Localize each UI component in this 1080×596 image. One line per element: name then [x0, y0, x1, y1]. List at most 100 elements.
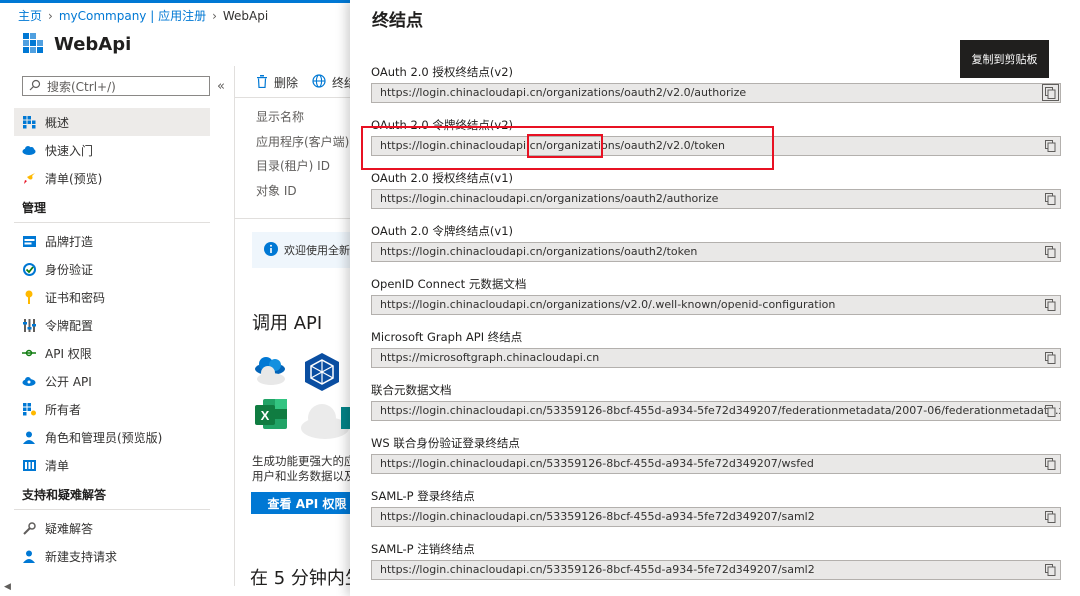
sidebar-item-label: 快速入门	[45, 143, 94, 158]
endpoint-url-field[interactable]: https://login.chinacloudapi.cn/organizat…	[371, 242, 1061, 262]
breadcrumb-app-registrations[interactable]: myCommpany | 应用注册	[59, 9, 206, 23]
sidebar-item-token-config[interactable]: 令牌配置	[14, 311, 210, 339]
person-roles-icon	[22, 430, 36, 444]
sidebar-item-label: 清单	[45, 458, 70, 473]
sidebar-item-owners[interactable]: 所有者	[14, 395, 210, 423]
endpoint-label: WS 联合身份验证登录终结点	[371, 436, 520, 450]
endpoint-url-field[interactable]: https://microsoftgraph.chinacloudapi.cn	[371, 348, 1061, 368]
cloud-grey-icon	[256, 362, 286, 389]
copy-icon	[1044, 405, 1055, 417]
sidebar-item-checklist[interactable]: 清单(预览)	[14, 164, 210, 192]
endpoint-item: SAML-P 注销终结点 https://login.chinacloudapi.…	[371, 541, 1061, 580]
copy-icon	[1044, 352, 1055, 364]
copy-to-clipboard-button[interactable]	[1043, 139, 1057, 153]
search-input[interactable]: 搜索(Ctrl+/)	[22, 76, 210, 96]
endpoint-url-field[interactable]: https://login.chinacloudapi.cn/53359126-…	[371, 560, 1061, 580]
svg-text:X: X	[261, 408, 270, 423]
sidebar-item-troubleshooting[interactable]: 疑难解答	[14, 514, 210, 542]
copy-icon	[1044, 511, 1055, 523]
endpoint-label: SAML-P 登录终结点	[371, 489, 475, 503]
sharepoint-icon	[341, 407, 350, 429]
copy-to-clipboard-button[interactable]	[1043, 192, 1057, 206]
app-registration-icon	[22, 32, 44, 57]
sidebar-item-authentication[interactable]: 身份验证	[14, 255, 210, 283]
collapse-menu-button[interactable]: «	[217, 79, 225, 94]
sidebar-item-branding[interactable]: 品牌打造	[14, 227, 210, 255]
copy-to-clipboard-button[interactable]	[1043, 404, 1057, 418]
authentication-icon	[22, 262, 36, 276]
scroll-left-arrow[interactable]: ◀	[4, 582, 11, 592]
branding-icon	[22, 234, 36, 248]
sidebar-item-label: 品牌打造	[45, 234, 94, 249]
copy-to-clipboard-button[interactable]	[1043, 457, 1057, 471]
copy-to-clipboard-button[interactable]	[1043, 563, 1057, 577]
copy-to-clipboard-button[interactable]	[1042, 84, 1059, 101]
sidebar-item-label: 公开 API	[45, 374, 92, 389]
sidebar-item-label: 清单(预览)	[45, 171, 103, 186]
view-api-permissions-button[interactable]: 查看 API 权限	[251, 492, 363, 514]
endpoint-label: OAuth 2.0 令牌终结点(v1)	[371, 224, 513, 238]
copy-icon	[1044, 246, 1055, 258]
page-title: WebApi	[54, 34, 132, 55]
breadcrumb-home[interactable]: 主页	[18, 9, 42, 23]
sidebar-item-api-permissions[interactable]: API 权限	[14, 339, 210, 367]
essentials-display-name: 显示名称	[256, 110, 305, 124]
endpoint-url: https://login.chinacloudapi.cn/organizat…	[380, 245, 698, 258]
manifest-icon	[22, 458, 36, 472]
call-api-desc-line2: 用户和业务数据以及	[252, 469, 356, 483]
endpoint-label: SAML-P 注销终结点	[371, 542, 475, 556]
sidebar-item-roles-admins[interactable]: 角色和管理员(预览版)	[14, 423, 210, 451]
copy-to-clipboard-button[interactable]	[1043, 245, 1057, 259]
endpoint-url-field[interactable]: https://login.chinacloudapi.cn/53359126-…	[371, 454, 1061, 474]
delete-button[interactable]: 删除	[256, 74, 298, 91]
endpoint-item: SAML-P 登录终结点 https://login.chinacloudapi.…	[371, 488, 1061, 527]
delete-label: 删除	[274, 76, 299, 90]
sidebar-item-certificates[interactable]: 证书和密码	[14, 283, 210, 311]
endpoint-label: Microsoft Graph API 终结点	[371, 330, 523, 344]
copy-icon	[1044, 564, 1055, 576]
essentials-client-id: 应用程序(客户端) I	[256, 135, 357, 149]
sidebar-item-label: 疑难解答	[45, 521, 94, 536]
sidebar-item-new-support-request[interactable]: 新建支持请求	[14, 542, 210, 570]
sidebar-item-manifest[interactable]: 清单	[14, 451, 210, 479]
sidebar-item-overview[interactable]: 概述	[14, 108, 210, 136]
endpoint-label: OpenID Connect 元数据文档	[371, 277, 527, 291]
endpoint-item: WS 联合身份验证登录终结点 https://login.chinacloudap…	[371, 435, 1061, 474]
owners-grid-icon	[22, 402, 36, 416]
sidebar-item-label: 概述	[45, 115, 70, 130]
copy-to-clipboard-button[interactable]	[1043, 510, 1057, 524]
sidebar-item-quickstart[interactable]: 快速入门	[14, 136, 210, 164]
sidebar-section-manage: 管理	[14, 192, 210, 223]
call-api-desc-line1: 生成功能更强大的应	[252, 454, 356, 468]
excel-icon: X	[253, 396, 289, 435]
endpoint-url-field[interactable]: https://login.chinacloudapi.cn/53359126-…	[371, 401, 1061, 421]
endpoint-url-field[interactable]: https://login.chinacloudapi.cn/organizat…	[371, 295, 1061, 315]
info-banner-text: 欢迎使用全新	[284, 244, 350, 257]
essentials-tenant-id: 目录(租户) ID	[256, 159, 330, 173]
essentials-divider	[234, 218, 350, 219]
copy-icon	[1044, 140, 1055, 152]
copy-to-clipboard-button[interactable]	[1043, 351, 1057, 365]
search-icon	[29, 79, 41, 94]
copy-to-clipboard-button[interactable]	[1043, 298, 1057, 312]
sidebar-item-label: 身份验证	[45, 262, 94, 277]
trash-icon	[256, 74, 268, 91]
copy-icon	[1044, 299, 1055, 311]
chevron-right-icon: ›	[48, 9, 53, 23]
copy-icon	[1044, 193, 1055, 205]
endpoint-url-field[interactable]: https://login.chinacloudapi.cn/53359126-…	[371, 507, 1061, 527]
copy-icon	[1045, 86, 1056, 99]
key-icon	[22, 290, 36, 304]
endpoint-label: OAuth 2.0 授权终结点(v2)	[371, 65, 513, 79]
sidebar-nav: 概述 快速入门 清单(预览) 管理 品牌打造 身份验证 证书和密码 令牌配置 A…	[14, 108, 210, 570]
endpoint-item: Microsoft Graph API 终结点 https://microsoft…	[371, 329, 1061, 368]
sidebar-item-label: 令牌配置	[45, 318, 94, 333]
cloud-expose-icon	[22, 374, 36, 388]
app-header: WebApi	[22, 32, 131, 57]
sidebar-section-support: 支持和疑难解答	[14, 479, 210, 510]
endpoint-item: OAuth 2.0 授权终结点(v1) https://login.chinacl…	[371, 170, 1061, 209]
endpoint-url-field[interactable]: https://login.chinacloudapi.cn/organizat…	[371, 189, 1061, 209]
sidebar-item-expose-api[interactable]: 公开 API	[14, 367, 210, 395]
endpoint-url-field[interactable]: https://login.chinacloudapi.cn/organizat…	[371, 83, 1061, 103]
breadcrumb-current: WebApi	[222, 9, 269, 23]
